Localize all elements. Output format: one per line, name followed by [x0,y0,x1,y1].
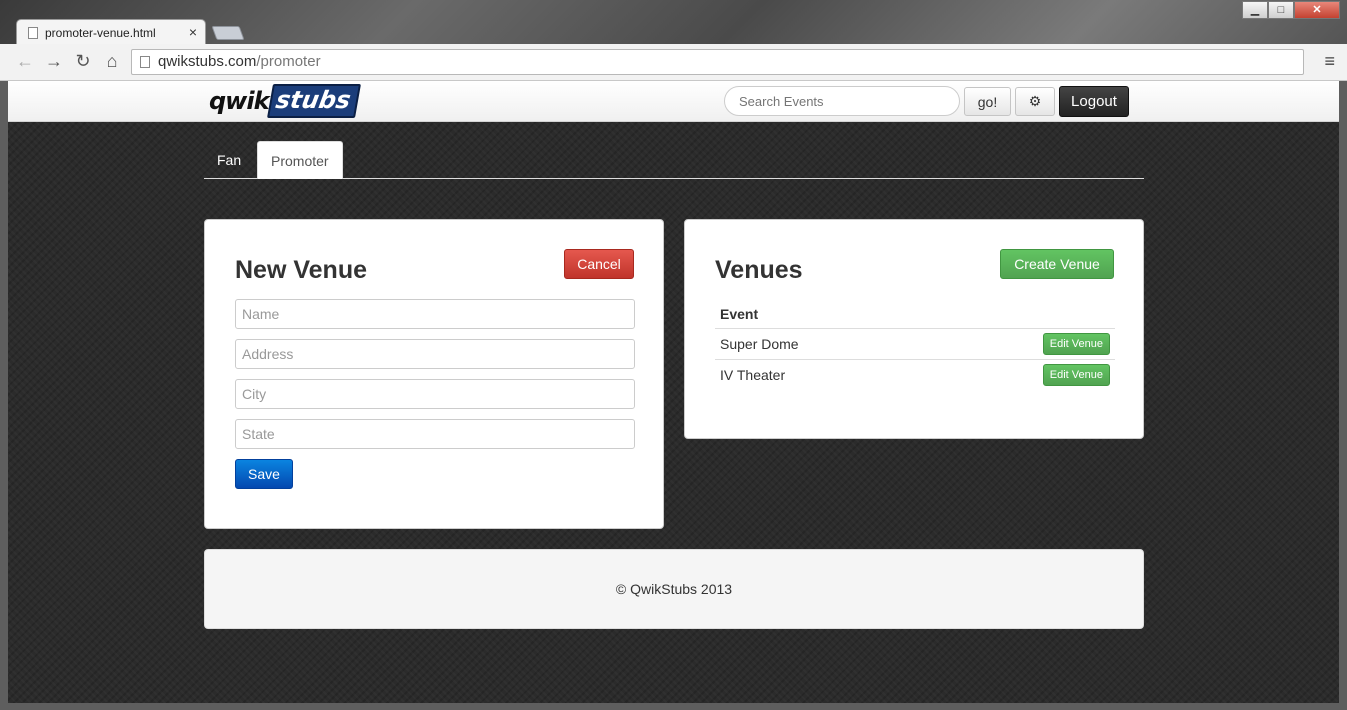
window-controls: ▁ □ ✕ [1242,1,1340,19]
forward-icon[interactable]: → [43,51,65,72]
back-icon[interactable]: ← [14,51,36,72]
table-header-row: Event [715,300,1115,328]
venues-title: Venues [715,256,803,284]
tab-title: promoter-venue.html [45,26,156,40]
settings-button[interactable]: ⚙ [1015,87,1055,116]
column-header-event: Event [720,305,759,322]
menu-icon[interactable]: ≡ [1324,51,1335,72]
venues-table: Event Super Dome Edit Venue IV Theater E… [715,300,1115,390]
url-text: qwikstubs.com/promoter [158,53,321,70]
window-border-bottom [0,703,1347,710]
go-button[interactable]: go! [964,87,1011,116]
gear-icon: ⚙ [1028,93,1042,109]
window-border-left [0,81,8,710]
qwikstubs-logo[interactable]: qwik stubs [209,84,361,118]
venues-panel: Venues Create Venue Event Super Dome Edi… [684,219,1144,439]
page-content: qwik stubs go! ⚙ Logout Fan Promoter New… [8,81,1339,703]
venue-name: IV Theater [715,358,929,390]
browser-tab[interactable]: promoter-venue.html × [16,19,206,45]
url-host: qwikstubs.com [158,53,257,70]
venue-actions: Edit Venue [928,327,1115,359]
venue-name: Super Dome [715,327,929,359]
search-events-input[interactable] [724,86,960,116]
logo-text-qwik: qwik [209,87,270,115]
site-navbar: qwik stubs go! ⚙ Logout [8,81,1339,122]
column-header-actions [929,300,1115,328]
page-icon [28,27,38,39]
edit-venue-button[interactable]: Edit Venue [1042,332,1110,355]
venue-address-field[interactable] [235,339,635,369]
role-tabs: Fan Promoter [204,141,1144,179]
home-icon[interactable]: ⌂ [101,51,123,72]
venue-name-field[interactable] [235,299,635,329]
browser-titlebar: promoter-venue.html × ▁ □ ✕ [0,0,1347,45]
venue-actions: Edit Venue [928,358,1115,390]
logo-text-stubs: stubs [266,84,361,118]
logout-button[interactable]: Logout [1059,86,1129,117]
window-border-right [1339,81,1347,710]
tab-promoter[interactable]: Promoter [257,141,343,179]
cancel-button[interactable]: Cancel [564,249,634,279]
browser-toolbar: ← → ↻ ⌂ qwikstubs.com/promoter ≡ [0,44,1347,81]
table-row: IV Theater Edit Venue [715,358,1115,390]
close-window-button[interactable]: ✕ [1294,1,1340,19]
new-venue-panel: New Venue Cancel Save [204,219,664,529]
venue-state-field[interactable] [235,419,635,449]
venue-city-field[interactable] [235,379,635,409]
tab-close-icon[interactable]: × [189,24,197,40]
address-bar[interactable]: qwikstubs.com/promoter [131,49,1304,75]
site-footer: © QwikStubs 2013 [204,549,1144,629]
table-row: Super Dome Edit Venue [715,327,1115,359]
reload-icon[interactable]: ↻ [72,51,94,72]
minimize-button[interactable]: ▁ [1242,1,1268,19]
save-button[interactable]: Save [235,459,293,489]
page-icon [140,56,150,68]
maximize-button[interactable]: □ [1268,1,1294,19]
url-path: /promoter [256,53,321,70]
tab-fan[interactable]: Fan [204,141,254,179]
new-venue-title: New Venue [235,256,367,284]
edit-venue-button[interactable]: Edit Venue [1042,363,1110,386]
copyright-text: © QwikStubs 2013 [615,581,733,597]
create-venue-button[interactable]: Create Venue [1000,249,1114,279]
new-tab-button[interactable] [211,26,245,40]
